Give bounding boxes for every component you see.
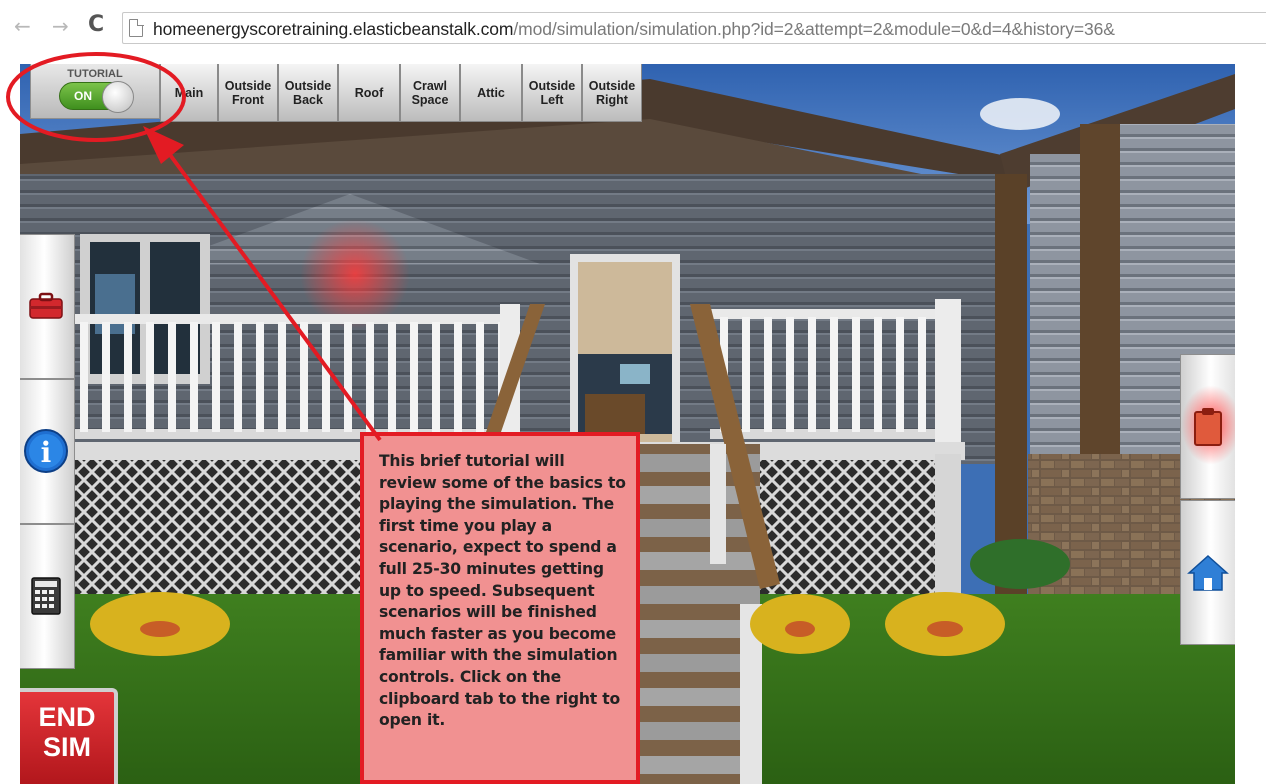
end-sim-line2: SIM [42, 732, 91, 762]
tab-label: Outside Back [285, 79, 332, 107]
clipboard-icon [1194, 408, 1222, 446]
address-bar[interactable]: homeenergyscoretraining.elasticbeanstalk… [122, 12, 1266, 44]
tab-outside-back[interactable]: Outside Back [278, 64, 338, 122]
tutorial-toggle[interactable]: ON [59, 81, 134, 113]
tab-label-line2: Right [596, 92, 628, 107]
home-tab[interactable] [1180, 500, 1235, 645]
url-host: homeenergyscoretraining.elasticbeanstalk… [153, 19, 514, 39]
url-path: /mod/simulation/simulation.php?id=2&atte… [513, 19, 1115, 39]
tab-label-line2: Space [411, 92, 449, 107]
tutorial-callout: This brief tutorial will review some of … [360, 432, 640, 784]
toggle-state: ON [74, 89, 92, 103]
tutorial-label: TUTORIAL [67, 68, 123, 80]
tab-roof[interactable]: Roof [338, 64, 400, 122]
reload-icon[interactable]: C [88, 12, 104, 37]
calculator-icon [31, 577, 61, 615]
toggle-knob[interactable] [102, 81, 134, 113]
tab-label-line2: Back [293, 92, 323, 107]
end-sim-button[interactable]: END SIM [20, 688, 118, 784]
clipboard-tab[interactable] [1180, 354, 1235, 499]
simulation-viewport[interactable]: TUTORIAL ON Main Outside Front Outside Bac… [20, 64, 1235, 784]
toolbox-icon [29, 292, 63, 319]
calculator-tab[interactable] [20, 524, 75, 669]
tab-outside-left[interactable]: Outside Left [522, 64, 582, 122]
home-icon [1187, 554, 1229, 591]
tab-label-line1: Main [174, 85, 204, 100]
url-text[interactable]: homeenergyscoretraining.elasticbeanstalk… [153, 19, 1115, 40]
tab-label-line2: Front [232, 92, 264, 107]
tab-outside-right[interactable]: Outside Right [582, 64, 642, 122]
tab-label: Outside Front [225, 79, 272, 107]
tab-label: Attic [477, 85, 505, 100]
tab-label: Roof [354, 85, 384, 100]
tab-label: Main [175, 86, 203, 100]
tab-attic[interactable]: Attic [460, 64, 522, 122]
tab-main[interactable]: Main [160, 64, 218, 122]
page-icon [129, 18, 144, 37]
info-glyph: i [40, 436, 52, 469]
tutorial-toggle-panel: TUTORIAL ON [30, 64, 160, 119]
tab-label-line1: Outside [588, 78, 636, 93]
tab-label-line2: Left [540, 92, 564, 107]
tab-label-line1: Outside [528, 78, 576, 93]
tab-label-line1: Outside [224, 78, 272, 93]
tab-crawl-space[interactable]: Crawl Space [400, 64, 460, 122]
tab-label: Crawl Space [412, 79, 449, 107]
browser-toolbar: ← → C homeenergyscoretraining.elasticbea… [0, 0, 1266, 56]
tab-label: Outside Left [529, 79, 576, 107]
forward-arrow-icon[interactable]: → [52, 14, 69, 38]
tutorial-callout-text: This brief tutorial will review some of … [379, 452, 626, 730]
tab-outside-front[interactable]: Outside Front [218, 64, 278, 122]
end-sim-line1: END [38, 702, 96, 732]
tab-label-line1: Outside [284, 78, 332, 93]
tab-label-line1: Crawl [412, 78, 448, 93]
info-tab[interactable]: i [20, 379, 75, 524]
toolbox-tab[interactable] [20, 234, 75, 379]
back-arrow-icon[interactable]: ← [14, 14, 31, 38]
tab-label: Outside Right [589, 79, 636, 107]
